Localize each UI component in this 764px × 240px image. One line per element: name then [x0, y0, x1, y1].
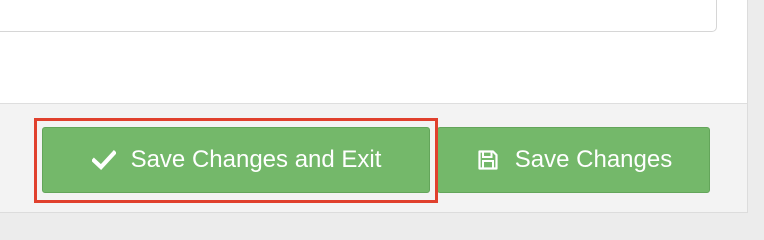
save-changes-label: Save Changes [514, 146, 673, 173]
save-changes-button[interactable]: Save Changes [437, 127, 710, 193]
form-footer-area: Save Changes and Exit Save Changes [0, 0, 764, 226]
check-icon [91, 147, 117, 173]
save-changes-and-exit-label: Save Changes and Exit [130, 146, 382, 173]
save-changes-and-exit-button[interactable]: Save Changes and Exit [42, 127, 430, 193]
form-body [0, 0, 747, 104]
floppy-disk-icon [475, 147, 501, 173]
text-field[interactable] [0, 0, 717, 32]
